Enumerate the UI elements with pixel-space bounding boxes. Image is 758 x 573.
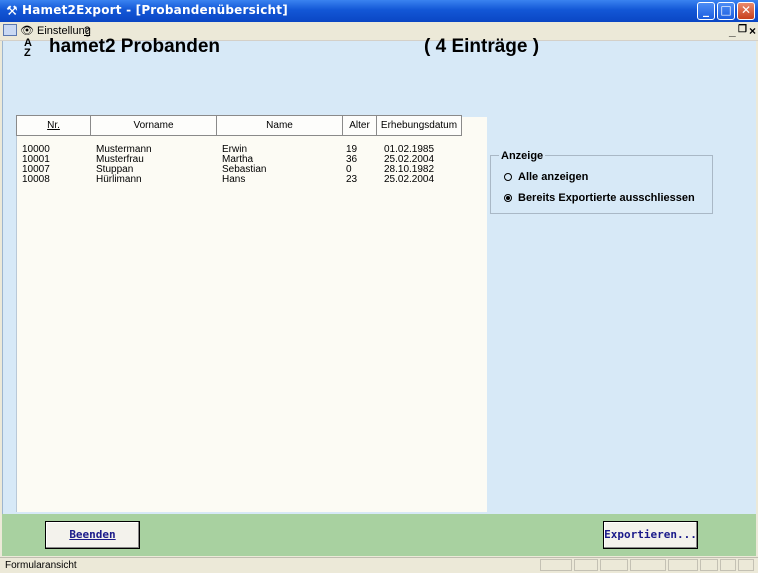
column-name[interactable]: Name [216,115,343,136]
column-vorname[interactable]: Vorname [90,115,217,136]
radio-label: Alle anzeigen [518,171,589,183]
status-pane [574,559,598,571]
cell-datum[interactable]: 25.02.2004 [384,175,434,185]
title-bar: ⚒ Hamet2Export - [Probandenübersicht] _ … [0,0,758,22]
hammer-icon: ⚒ [6,3,18,18]
anzeige-group [490,155,713,214]
beenden-label: Beenden [69,528,116,541]
column-nr[interactable]: Nr. [16,115,91,136]
minimize-button[interactable]: _ [697,2,715,20]
cell-vorname[interactable]: Hürlimann [96,175,142,185]
status-pane [540,559,572,571]
radio-exportierte-ausschliessen[interactable]: Bereits Exportierte ausschliessen [504,192,695,204]
column-alter[interactable]: Alter [342,115,377,136]
mdi-restore-button[interactable]: ❐ [738,24,747,35]
sort-az-icon[interactable]: AZ [24,38,44,59]
exportieren-button[interactable]: Exportieren... [603,521,698,549]
maximize-button[interactable]: □ [717,2,735,20]
mdi-close-button[interactable]: × [749,24,756,38]
status-bar: Formularansicht [0,557,758,573]
entry-count: ( 4 Einträge ) [424,36,540,57]
status-text: Formularansicht [5,560,77,571]
eye-icon: 👁 [20,25,34,37]
cell-alter[interactable]: 23 [346,175,357,185]
close-button[interactable]: ✕ [737,2,755,20]
status-pane [738,559,754,571]
status-pane [720,559,736,571]
column-erhebungsdatum[interactable]: Erhebungsdatum [376,115,462,136]
status-pane [668,559,698,571]
radio-alle-anzeigen[interactable]: Alle anzeigen [504,171,588,183]
cell-name[interactable]: Hans [222,175,245,185]
cell-nr[interactable]: 10008 [22,175,50,185]
exportieren-label: Exportieren... [604,528,697,541]
radio-off-icon [504,173,512,181]
status-pane [700,559,718,571]
radio-label: Bereits Exportierte ausschliessen [518,192,695,204]
form-icon[interactable] [3,24,17,36]
beenden-button[interactable]: Beenden [45,521,140,549]
status-pane [630,559,666,571]
page-title: hamet2 Probanden [49,36,221,57]
radio-on-icon [504,194,512,202]
window-title: Hamet2Export - [Probandenübersicht] [22,3,288,17]
mdi-minimize-button[interactable]: _ [729,24,736,38]
anzeige-label: Anzeige [499,150,546,162]
status-pane [600,559,628,571]
